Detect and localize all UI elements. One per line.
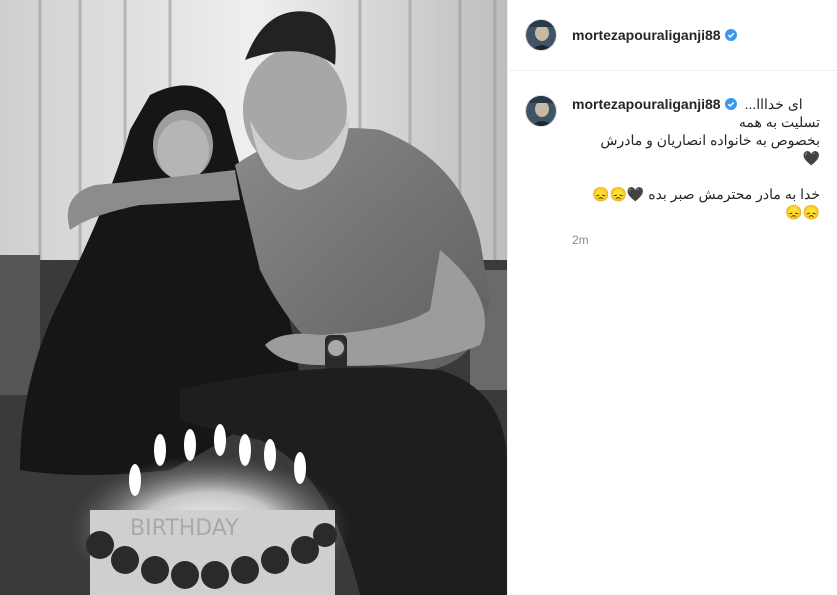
caption-body: mortezapouraliganji88 ای خدااا... تسلیت … <box>572 95 820 249</box>
verified-badge-icon <box>724 98 737 110</box>
verified-badge-icon <box>724 29 737 41</box>
caption-line-6: 😞😞 <box>785 204 820 220</box>
avatar-image-icon <box>526 20 556 50</box>
caption-line-3: بخصوص به خانواده انصاریان و مادرش <box>600 132 820 148</box>
caption-line-1: ای خدااا... <box>744 96 803 112</box>
caption-avatar[interactable] <box>525 95 557 127</box>
post-photo[interactable]: BIRTHDAY <box>0 0 507 595</box>
caption-line-2: تسلیت به همه <box>738 114 820 130</box>
post-header: mortezapouraliganji88 <box>508 0 837 71</box>
cake-text: BIRTHDAY <box>130 516 239 541</box>
post-timestamp[interactable]: 2m <box>572 231 820 249</box>
avatar-image-icon <box>526 96 556 126</box>
post-photo-art: BIRTHDAY <box>0 0 507 595</box>
caption-line-4: 🖤 <box>802 150 820 166</box>
caption-username[interactable]: mortezapouraliganji88 <box>572 95 721 113</box>
caption-first-line: mortezapouraliganji88 ای خدااا... <box>572 95 820 113</box>
avatar[interactable] <box>525 19 557 51</box>
caption-comment: mortezapouraliganji88 ای خدااا... تسلیت … <box>508 71 837 249</box>
caption-line-5: خدا به مادر محترمش صبر بده 🖤😞😞 <box>592 186 820 202</box>
header-username[interactable]: mortezapouraliganji88 <box>572 27 721 43</box>
post-sidebar: mortezapouraliganji88 mortezapouraliganj… <box>507 0 837 595</box>
